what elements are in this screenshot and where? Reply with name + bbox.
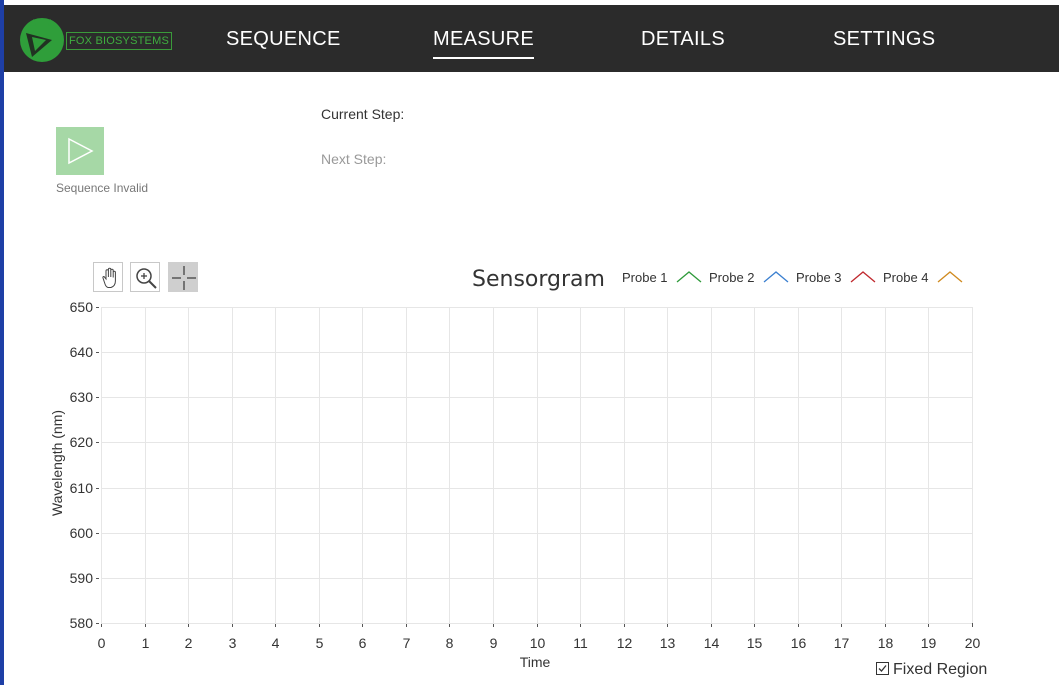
x-tick-label: 20: [964, 635, 981, 651]
tab-settings[interactable]: SETTINGS: [833, 27, 935, 51]
x-tick-label: 6: [358, 635, 367, 651]
x-axis-title: Time: [519, 654, 551, 670]
fixed-region-label: Fixed Region: [893, 661, 988, 678]
x-tick-label: 13: [659, 635, 676, 651]
x-tick-label: 1: [141, 635, 150, 651]
x-tick-label: 10: [529, 635, 546, 651]
x-tick-label: 8: [445, 635, 454, 651]
legend-probe-4-label: Probe 4: [883, 270, 929, 285]
window-left-edge: [0, 0, 4, 685]
y-axis-title: Wavelength (nm): [49, 409, 65, 517]
legend-probe-4-swatch: [937, 271, 963, 283]
fixed-region-checkbox[interactable]: Fixed Region: [876, 661, 987, 679]
tab-measure-label: MEASURE: [433, 28, 535, 50]
x-tick-label: 7: [402, 635, 411, 651]
legend-probe-2-label: Probe 2: [709, 270, 755, 285]
active-tab-indicator: [433, 57, 535, 59]
x-tick-label: 11: [573, 635, 588, 651]
tab-measure[interactable]: MEASURE: [433, 27, 535, 59]
y-tick-label: 650: [69, 298, 93, 315]
brand-name: FOX BIOSYSTEMS: [66, 32, 172, 50]
next-step-label: Next Step:: [321, 151, 387, 167]
pan-tool-button[interactable]: [93, 262, 123, 292]
current-step-label: Current Step:: [321, 106, 405, 122]
tab-settings-label: SETTINGS: [833, 28, 936, 50]
x-tick-label: 9: [489, 635, 498, 651]
x-tick-label: 16: [790, 635, 807, 651]
x-tick-label: 4: [271, 635, 280, 651]
tab-sequence-label: SEQUENCE: [226, 28, 341, 50]
legend-probe-3-label: Probe 3: [796, 270, 842, 285]
hand-icon: [102, 267, 116, 288]
x-tick-label: 18: [877, 635, 894, 651]
y-tick-label: 590: [69, 569, 93, 586]
x-tick-label: 17: [833, 635, 850, 651]
x-tick-label: 5: [315, 635, 324, 651]
y-tick-label: 640: [69, 343, 93, 360]
x-tick-label: 14: [703, 635, 720, 651]
legend-probe-2-swatch: [763, 271, 789, 283]
zoom-tool-button[interactable]: [130, 262, 160, 292]
zoom-in-icon: [136, 268, 157, 289]
x-tick-label: 19: [920, 635, 937, 651]
tab-details[interactable]: DETAILS: [641, 27, 725, 51]
tab-sequence[interactable]: SEQUENCE: [226, 27, 341, 51]
x-tick-label: 15: [746, 635, 763, 651]
x-tick-label: 0: [97, 635, 106, 651]
legend-probe-1-swatch: [676, 271, 702, 283]
fox-logo-icon: [20, 18, 64, 62]
fox-biosystems-logo: FOX BIOSYSTEMS: [18, 13, 172, 65]
legend-probe-3-swatch: [850, 271, 876, 283]
y-tick-label: 580: [69, 614, 93, 631]
checkmark-icon: [878, 665, 887, 672]
x-tick-label: 3: [228, 635, 237, 651]
checkbox-box: [876, 662, 889, 675]
crosshair-tool-button[interactable]: [168, 262, 198, 292]
run-sequence-button[interactable]: [56, 127, 104, 175]
top-navigation-bar: FOX BIOSYSTEMS SEQUENCE MEASURE DETAILS …: [4, 5, 1059, 72]
chart-title: Sensorgram: [472, 267, 605, 292]
crosshair-icon: [172, 266, 196, 290]
play-icon: [68, 137, 94, 165]
tab-details-label: DETAILS: [641, 28, 725, 50]
legend-probe-1-label: Probe 1: [622, 270, 668, 285]
x-tick-label: 2: [184, 635, 193, 651]
y-tick-label: 600: [69, 524, 93, 541]
x-tick-label: 12: [616, 635, 633, 651]
sensorgram-plot-area: [96, 307, 973, 627]
sequence-status-text: Sequence Invalid: [56, 181, 149, 195]
